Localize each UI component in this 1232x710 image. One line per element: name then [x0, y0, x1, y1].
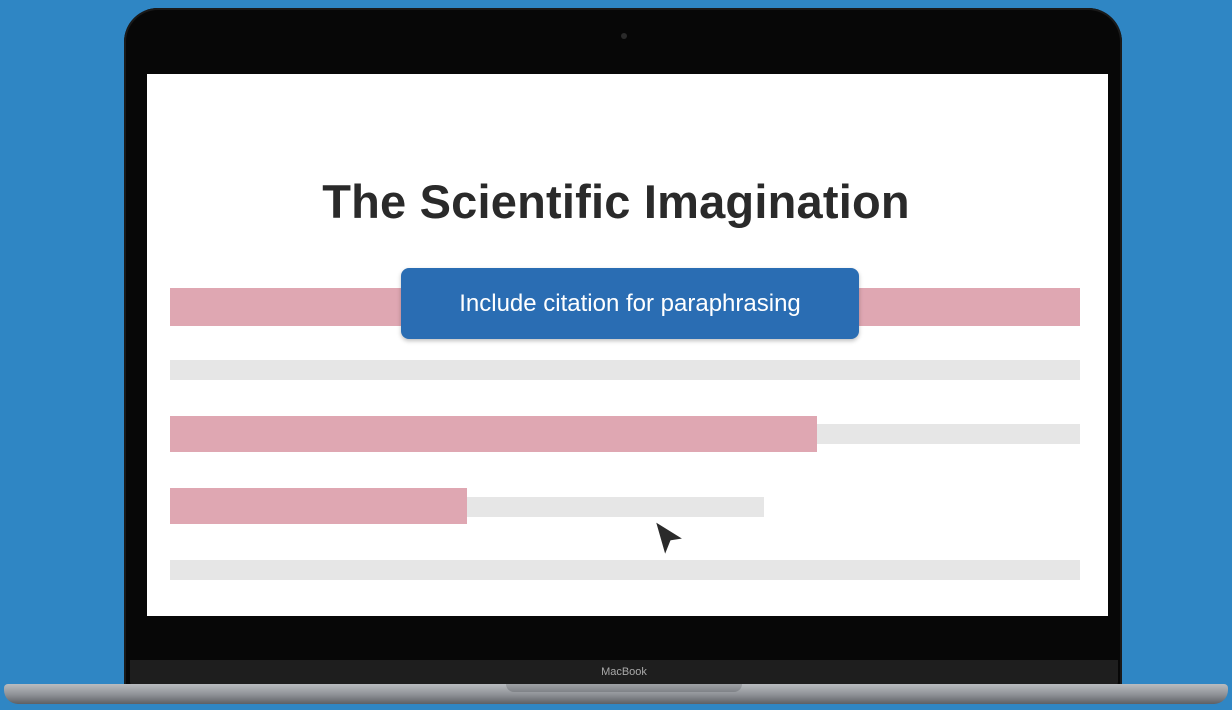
laptop-screen: [147, 74, 1108, 616]
camera-icon: [621, 33, 627, 39]
text-line: [170, 560, 1080, 580]
citation-tooltip[interactable]: Include citation for paraphrasing: [401, 268, 859, 339]
text-line: [170, 360, 1080, 380]
brand-label: MacBook: [601, 666, 647, 678]
document-title: The Scientific Imagination: [322, 175, 910, 228]
text-line-highlighted: [170, 488, 467, 524]
mouse-pointer-icon: [654, 520, 685, 557]
tooltip-text: Include citation for paraphrasing: [459, 289, 801, 317]
text-line-highlighted: [170, 416, 817, 452]
laptop-hinge-notch: [506, 684, 742, 692]
